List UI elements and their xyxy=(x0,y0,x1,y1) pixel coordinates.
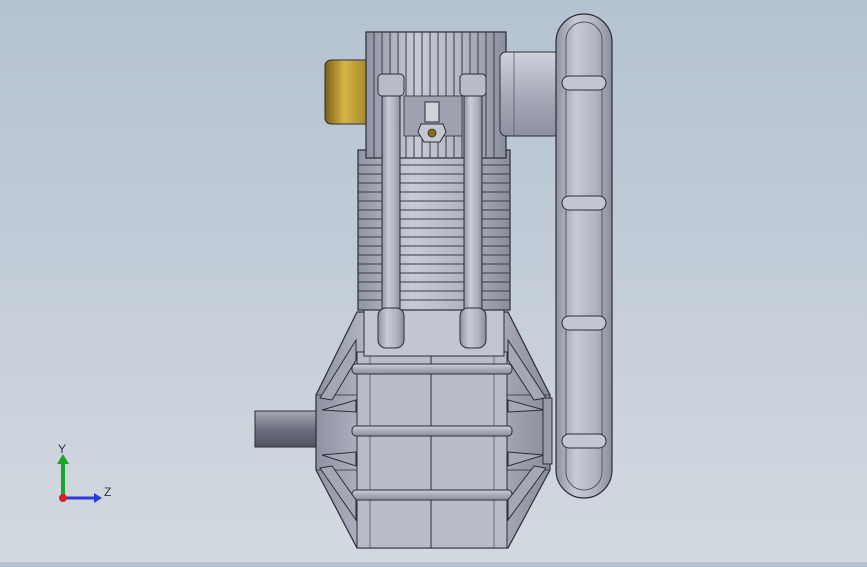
exhaust-port[interactable] xyxy=(499,51,561,137)
output-shaft[interactable] xyxy=(254,410,318,448)
z-axis-arrowhead xyxy=(94,493,102,503)
y-axis-label: Y xyxy=(58,442,67,456)
graphics-viewport[interactable] xyxy=(0,0,867,562)
pushrod-tube-right[interactable] xyxy=(459,73,487,349)
pushrod-tube-left[interactable] xyxy=(377,73,405,349)
engine-model[interactable] xyxy=(0,0,867,562)
orientation-triad: Y Z xyxy=(48,440,118,510)
x-axis-dot xyxy=(59,494,67,502)
cylinder-barrel[interactable] xyxy=(357,149,511,311)
z-axis-label: Z xyxy=(104,485,112,499)
timing-cover[interactable] xyxy=(555,13,613,499)
